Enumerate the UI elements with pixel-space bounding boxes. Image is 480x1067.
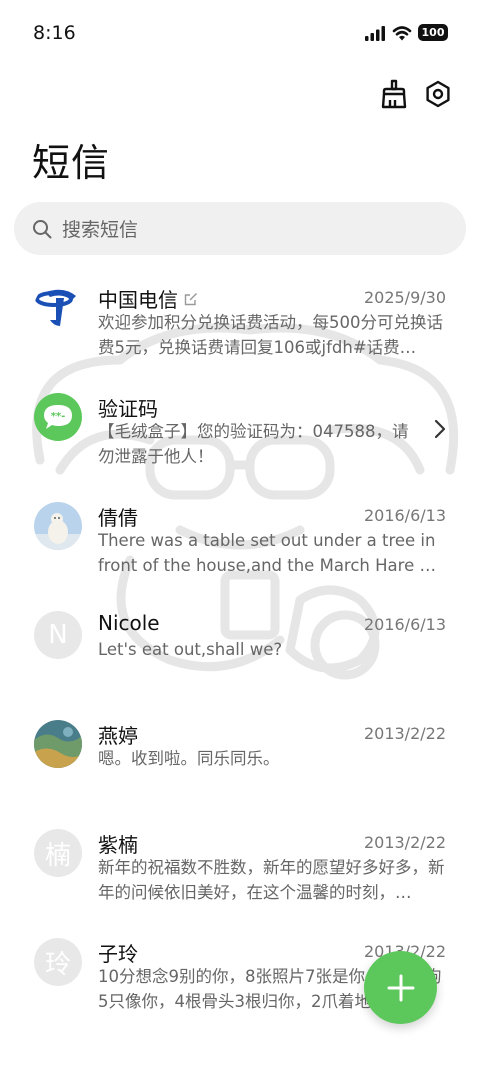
chevron-right-icon[interactable] [434,419,446,439]
svg-text:**-: **- [51,411,66,422]
conversation-list: 中国电信 2025/9/30 欢迎参加积分兑换话费活动，每500分可兑换话费5元… [0,270,480,1033]
conversation-name-text: 倩倩 [98,506,138,530]
letter-avatar: N [34,611,82,659]
letter-avatar: 楠 [34,829,82,877]
conversation-date: 2013/2/22 [363,833,446,852]
clean-button[interactable] [376,76,412,112]
conversation-name-text: 子玲 [98,942,138,966]
conversation-preview: 【毛绒盒子】您的验证码为：047588，请勿泄露于他人！ [98,422,409,466]
conversation-name: 中国电信 [98,284,198,313]
conversation-name-text: Nicole [98,611,160,635]
conversation-date: 2025/9/30 [363,288,446,307]
message-icon: **- [44,405,72,429]
landscape-photo-icon [34,720,82,768]
wifi-icon [392,25,412,40]
landscape-avatar [34,720,82,768]
battery-indicator: 100 [418,24,448,41]
conversation-name: 验证码 [98,393,158,422]
conversation-item[interactable]: N Nicole 2016/6/13 Let's eat out,shall w… [0,597,480,706]
conversation-item[interactable]: 燕婷 2013/2/22 嗯。收到啦。同乐同乐。 [0,706,480,815]
conversation-item[interactable]: **- 验证码 【毛绒盒子】您的验证码为：047588，请勿泄露于他人！ [0,379,480,488]
conversation-name-text: 中国电信 [98,288,178,312]
conversation-name: 紫楠 [98,829,138,858]
broom-icon [381,79,407,109]
search-bar[interactable]: 搜索短信 [14,202,466,255]
conversation-date: 2016/6/13 [363,615,446,634]
conversation-name-text: 验证码 [98,397,158,421]
page-title: 短信 [32,141,111,185]
conversation-date: 2013/2/22 [363,724,446,743]
conversation-name: 子玲 [98,938,138,967]
conversation-name: 燕婷 [98,720,138,749]
edit-draft-icon [184,292,197,305]
signal-icon [365,25,385,41]
conversation-preview: Let's eat out,shall we? [98,640,283,659]
china-telecom-avatar [34,284,82,332]
conversation-date: 2016/6/13 [363,506,446,525]
conversation-name-text: 紫楠 [98,833,138,857]
status-bar: 8:16 100 [0,0,480,68]
letter-avatar: 玲 [34,938,82,986]
settings-icon [426,80,450,108]
conversation-preview: 欢迎参加积分兑换话费活动，每500分可兑换话费5元，兑换话费请回复106或jfd… [98,313,443,357]
conversation-item[interactable]: 楠 紫楠 2013/2/22 新年的祝福数不胜数，新年的愿望好多好多，新年的问候… [0,815,480,924]
conversation-name: Nicole [98,611,160,635]
plus-icon [387,974,414,1001]
settings-button[interactable] [420,76,456,112]
new-message-button[interactable] [364,951,437,1024]
conversation-name: 倩倩 [98,502,138,531]
china-telecom-logo-icon [35,289,76,326]
verification-avatar: **- [34,393,82,441]
conversation-preview: 新年的祝福数不胜数，新年的愿望好多好多，新年的问候依旧美好，在这个温馨的时刻，… [98,858,445,902]
status-time: 8:16 [33,22,76,44]
polar-bear-photo-icon [34,502,82,550]
search-placeholder: 搜索短信 [62,219,139,241]
conversation-item[interactable]: 倩倩 2016/6/13 There was a table set out u… [0,488,480,597]
polar-bear-avatar [34,502,82,550]
search-icon [33,219,52,238]
conversation-preview: 嗯。收到啦。同乐同乐。 [98,749,280,768]
status-icons: 100 [364,24,448,41]
conversation-item[interactable]: 中国电信 2025/9/30 欢迎参加积分兑换话费活动，每500分可兑换话费5元… [0,270,480,379]
conversation-name-text: 燕婷 [98,724,138,748]
conversation-preview: There was a table set out under a tree i… [98,531,436,575]
